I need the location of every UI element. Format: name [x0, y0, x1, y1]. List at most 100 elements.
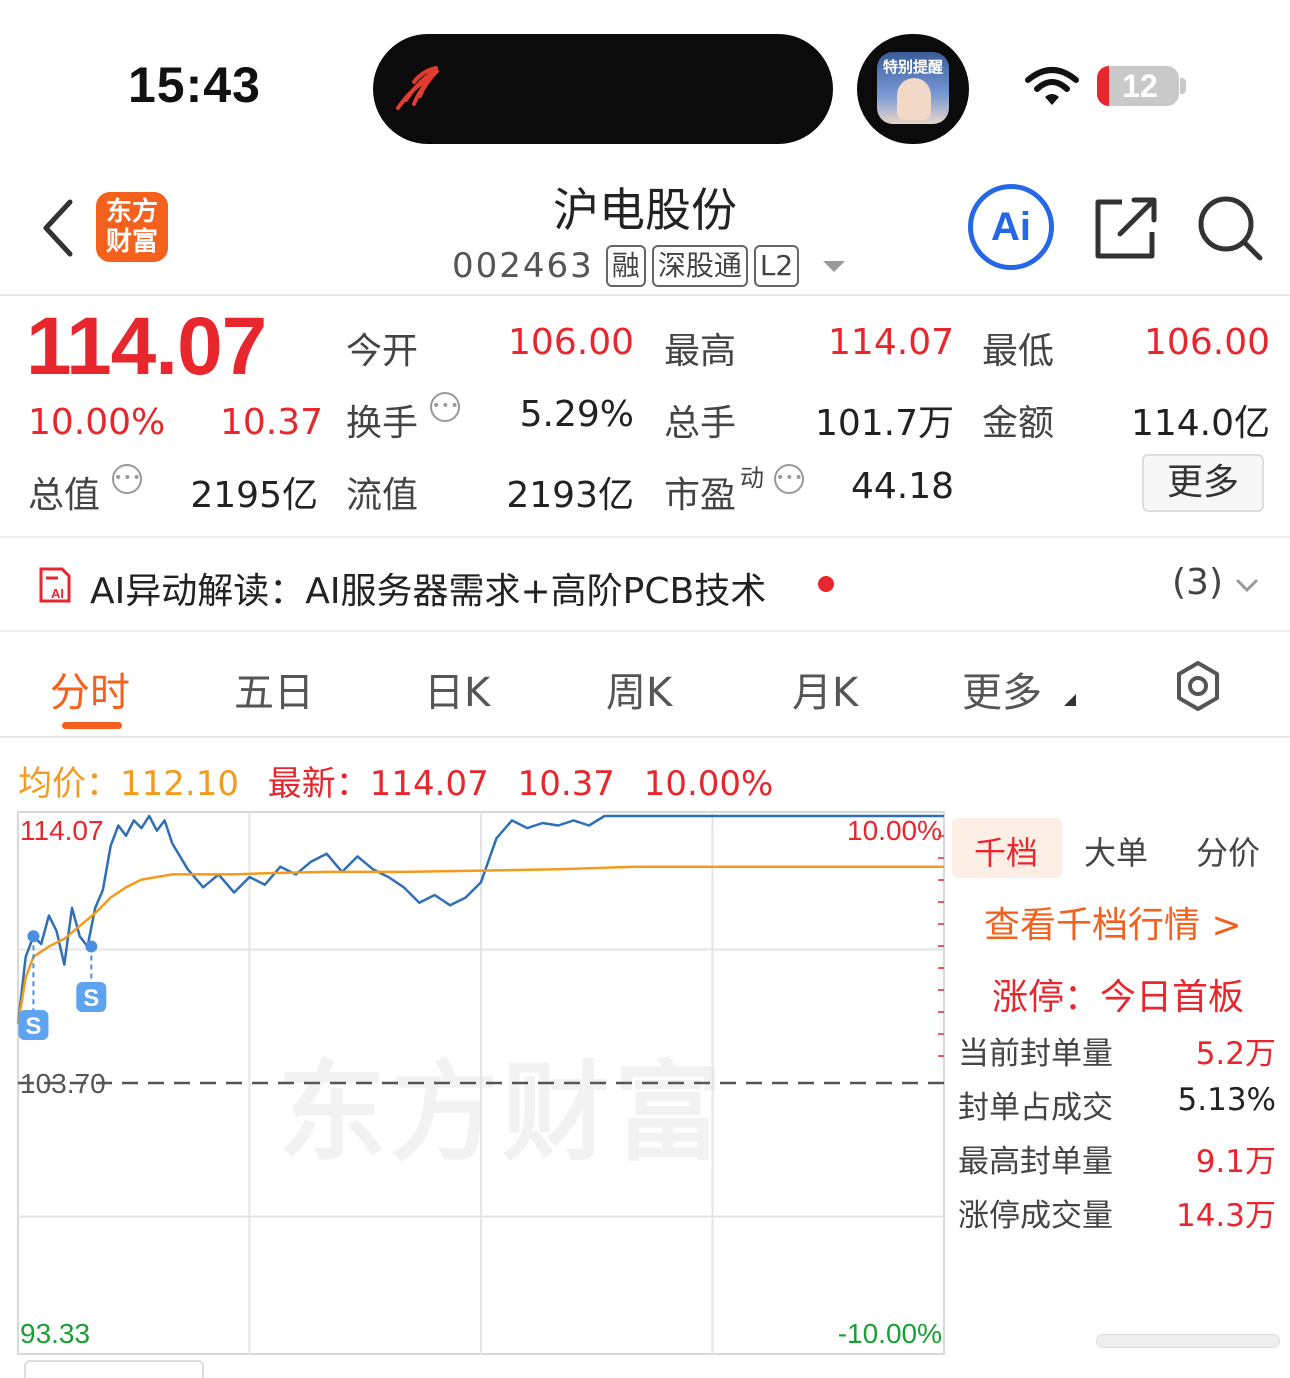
stock-code-row[interactable]: 002463 融 深股通 L2 — [452, 242, 846, 290]
avg-price-value: 112.10 — [120, 764, 239, 804]
seal-volume-label: 当前封单量 — [958, 1036, 1113, 1072]
stock-code: 002463 — [452, 246, 594, 286]
pct-label-bottom: -10.00% — [838, 1318, 942, 1349]
max-seal-label: 最高封单量 — [958, 1144, 1113, 1180]
limit-volume-value: 14.3万 — [1175, 1198, 1276, 1234]
marker-dot — [85, 940, 98, 953]
chart-markers: SS — [18, 930, 107, 1040]
tab-weekly-k[interactable]: 周K — [606, 660, 672, 718]
battery-tip — [1180, 78, 1186, 94]
tab-five-day[interactable]: 五日 — [234, 660, 314, 718]
open-value: 106.00 — [508, 322, 634, 363]
float-cap-value: 2193亿 — [506, 475, 634, 516]
seal-volume-value: 5.2万 — [1195, 1036, 1276, 1072]
volume-label: 总手 — [664, 403, 737, 444]
ai-document-icon: AI — [39, 567, 71, 603]
unread-dot — [818, 576, 834, 592]
tab-monthly-k[interactable]: 月K — [792, 660, 858, 718]
notify-label: 特别提醒 — [882, 58, 943, 76]
max-seal-value: 9.1万 — [1195, 1144, 1276, 1180]
latest-change: 10.37 — [517, 764, 615, 804]
more-stats-button[interactable]: 更多 — [1142, 454, 1264, 512]
svg-text:AI: AI — [51, 586, 64, 601]
pe-label: 市盈 — [664, 475, 737, 516]
avatar — [897, 78, 931, 120]
search-icon[interactable] — [1196, 194, 1264, 262]
market-cap-value: 2195亿 — [190, 475, 318, 516]
tab-more[interactable]: 更多 — [962, 660, 1042, 718]
chart-header-row: 均价：112.10 最新：114.07 10.37 10.00% — [18, 756, 773, 805]
volume-tab[interactable] — [24, 1360, 204, 1378]
low-label: 最低 — [982, 331, 1055, 372]
dynamic-island — [373, 34, 833, 144]
tab-more-caret-icon — [1064, 694, 1076, 706]
float-cap-label: 流值 — [346, 475, 419, 516]
scroll-indicator[interactable] — [1096, 1334, 1280, 1348]
status-time: 15:43 — [128, 57, 261, 113]
chevron-down-icon[interactable] — [1236, 574, 1258, 596]
gear-icon[interactable] — [1172, 660, 1224, 712]
marker-label: S — [25, 1013, 41, 1040]
y-label-bottom: 93.33 — [20, 1318, 90, 1349]
tab-underline — [62, 722, 122, 729]
tab-order-depth[interactable]: 千档 — [974, 828, 1038, 874]
wifi-icon — [1025, 67, 1079, 105]
latest-value: 114.07 — [369, 764, 489, 804]
market-cap-label: 总值 — [28, 475, 101, 516]
info-icon[interactable]: ••• — [112, 464, 142, 494]
high-value: 114.07 — [828, 322, 954, 363]
ai-button[interactable]: Ai — [968, 184, 1054, 270]
y-label-mid: 103.70 — [20, 1068, 106, 1099]
latest-pct: 10.00% — [643, 764, 774, 804]
tag-margin: 融 — [605, 245, 646, 287]
volume-value: 101.7万 — [814, 403, 954, 444]
battery-icon: 12 — [1097, 66, 1179, 106]
tab-big-orders[interactable]: 大单 — [1084, 828, 1148, 874]
tab-price-dist[interactable]: 分价 — [1196, 828, 1260, 874]
high-label: 最高 — [664, 331, 737, 372]
change-pct: 10.00% — [28, 402, 166, 443]
notify-app-icon: 特别提醒 — [877, 52, 949, 124]
tab-daily-k[interactable]: 日K — [424, 660, 490, 718]
marker-dot — [27, 930, 40, 943]
logo-line2: 财富 — [105, 227, 158, 257]
latest-label: 最新： — [267, 764, 370, 804]
last-price: 114.07 — [26, 301, 267, 392]
tag-connect: 深股通 — [651, 245, 748, 287]
tag-l2: L2 — [753, 245, 800, 287]
amount-label: 金额 — [982, 403, 1055, 444]
tabs-divider — [0, 736, 1290, 738]
tab-intraday[interactable]: 分时 — [50, 660, 130, 718]
stock-title[interactable]: 沪电股份 — [440, 174, 850, 240]
turnover-label: 换手 — [346, 403, 419, 444]
back-icon[interactable] — [40, 198, 76, 258]
avg-price-label: 均价： — [18, 764, 120, 804]
pct-label-top: 10.00% — [847, 815, 942, 846]
app-bird-icon — [396, 66, 440, 110]
ai-analysis-text[interactable]: AI异动解读：AI服务器需求+高阶PCB技术 — [90, 562, 766, 614]
low-value: 106.00 — [1144, 322, 1270, 363]
pe-sup: 动 — [740, 464, 764, 492]
amount-value: 114.0亿 — [1130, 403, 1270, 444]
notification-app[interactable]: 特别提醒 — [857, 34, 969, 144]
limit-up-label: 涨停：今日首板 — [992, 977, 1245, 1018]
eastmoney-logo: 东方 财富 — [96, 192, 168, 262]
marker-label: S — [83, 985, 99, 1012]
battery-text: 12 — [1122, 68, 1158, 104]
seal-ratio-label: 封单占成交 — [958, 1090, 1113, 1126]
change-amount: 10.37 — [220, 402, 324, 443]
logo-line1: 东方 — [105, 197, 158, 227]
open-label: 今开 — [346, 331, 419, 372]
seal-ratio-value: 5.13% — [1177, 1082, 1276, 1118]
turnover-value: 5.29% — [519, 394, 634, 435]
ai-count: (3) — [1172, 562, 1223, 603]
header-divider — [0, 294, 1290, 296]
limit-volume-label: 涨停成交量 — [958, 1198, 1113, 1234]
info-icon[interactable]: ••• — [430, 392, 460, 422]
caret-down-icon[interactable] — [823, 260, 846, 272]
pe-value: 44.18 — [850, 466, 954, 507]
order-depth-link[interactable]: 查看千档行情 > — [984, 896, 1242, 948]
y-label-top: 114.07 — [20, 815, 104, 846]
chart-grid — [17, 811, 945, 1355]
share-icon[interactable] — [1094, 196, 1158, 260]
